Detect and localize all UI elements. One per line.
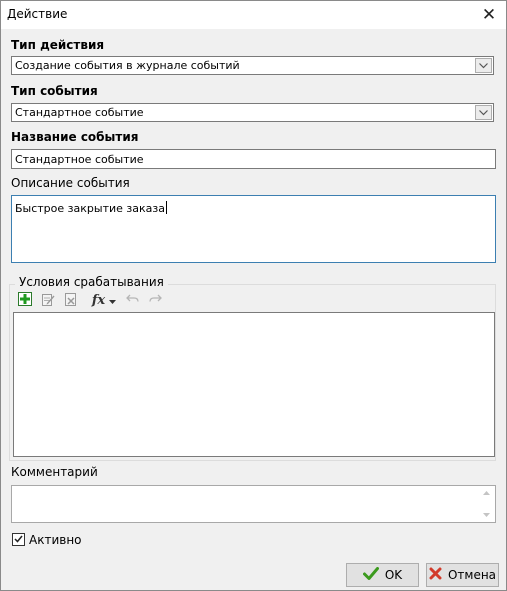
redo-icon — [148, 294, 162, 307]
action-dialog: Действие ✕ Тип действия Создание события… — [0, 0, 507, 591]
chevron-down-icon[interactable] — [475, 105, 492, 120]
fx-icon: fx — [91, 292, 106, 308]
cancel-button-label: Отмена — [447, 568, 497, 582]
close-icon: ✕ — [481, 5, 497, 25]
window-title: Действие — [7, 7, 68, 21]
chevron-down-icon — [109, 294, 117, 307]
event-type-value: Стандартное событие — [15, 106, 144, 119]
active-checkbox[interactable] — [12, 533, 25, 546]
conditions-group-label: Условия срабатывания — [15, 275, 168, 289]
function-button[interactable]: fx — [87, 292, 121, 308]
comment-field[interactable] — [11, 485, 496, 523]
scroll-down-icon[interactable] — [479, 509, 494, 521]
checkmark-icon — [14, 533, 23, 546]
scroll-up-icon[interactable] — [479, 487, 494, 499]
event-type-label: Тип события — [11, 84, 98, 98]
cross-icon — [429, 567, 442, 583]
action-type-label: Тип действия — [11, 38, 105, 52]
edit-condition-button[interactable] — [39, 292, 57, 308]
checkmark-icon — [362, 567, 379, 583]
event-name-label: Название события — [11, 130, 139, 144]
undo-icon — [125, 294, 139, 307]
title-bar: Действие ✕ — [1, 1, 506, 29]
comment-label: Комментарий — [11, 465, 98, 479]
delete-icon — [64, 292, 78, 309]
ok-button[interactable]: OK — [346, 563, 419, 587]
event-description-value: Быстрое закрытие заказа — [15, 202, 165, 215]
event-type-select[interactable]: Стандартное событие — [11, 103, 494, 122]
add-condition-button[interactable] — [16, 291, 34, 309]
active-checkbox-label[interactable]: Активно — [29, 533, 82, 547]
text-caret — [165, 201, 167, 214]
undo-button[interactable] — [125, 292, 139, 308]
event-description-field[interactable]: Быстрое закрытие заказа — [11, 195, 496, 263]
chevron-down-icon[interactable] — [475, 58, 492, 73]
ok-button-label: OK — [384, 568, 403, 582]
delete-condition-button[interactable] — [62, 292, 80, 308]
close-button[interactable]: ✕ — [472, 1, 506, 29]
plus-icon — [18, 291, 32, 309]
cancel-button[interactable]: Отмена — [426, 563, 499, 587]
action-type-value: Создание события в журнале событий — [15, 59, 240, 72]
edit-icon — [41, 292, 55, 309]
event-name-field[interactable]: Стандартное событие — [11, 149, 496, 169]
comment-scrollbar[interactable] — [479, 487, 494, 521]
event-description-label: Описание события — [11, 176, 130, 190]
redo-button[interactable] — [148, 292, 162, 308]
event-name-value: Стандартное событие — [15, 153, 144, 166]
conditions-list[interactable] — [13, 312, 495, 457]
action-type-select[interactable]: Создание события в журнале событий — [11, 56, 494, 75]
